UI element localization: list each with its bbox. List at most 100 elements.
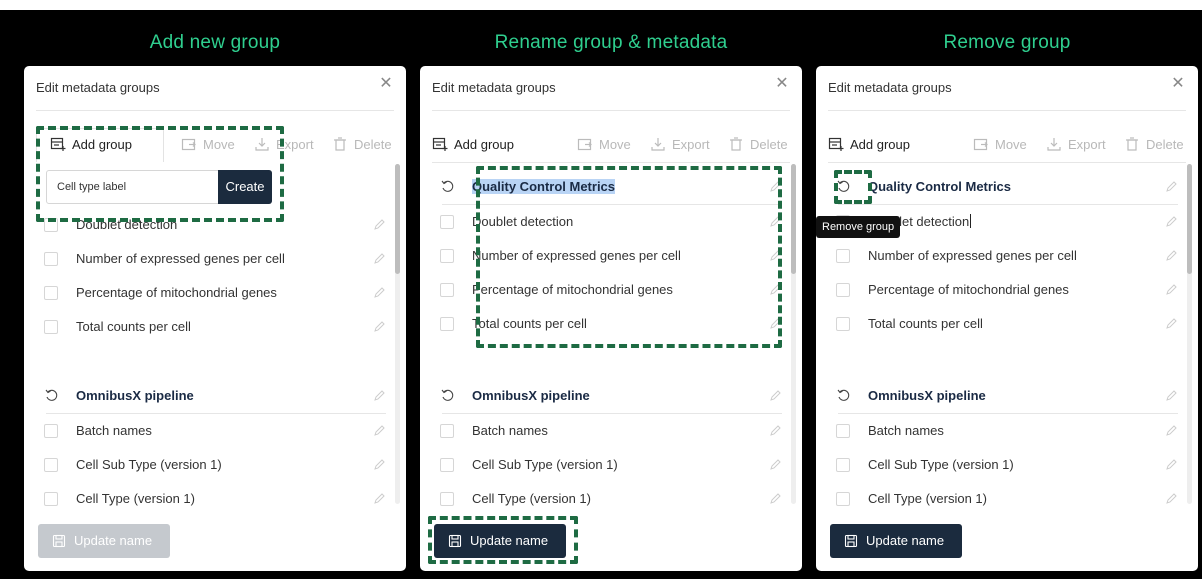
pencil-icon[interactable] [1164,215,1178,229]
checkbox[interactable] [836,424,850,438]
close-icon[interactable]: ✕ [1170,76,1186,92]
checkbox[interactable] [44,458,58,472]
add-group-button[interactable]: Add group [828,134,910,156]
list-item[interactable]: Cell Sub Type (version 1) [432,448,792,482]
undo-icon[interactable] [440,388,454,402]
list-item[interactable]: Batch names [36,414,396,448]
checkbox[interactable] [44,424,58,438]
checkbox[interactable] [836,283,850,297]
list-item[interactable]: Batch names [828,414,1188,448]
list-item[interactable]: Cell Type (version 1) [36,482,396,508]
delete-button[interactable]: Delete [728,134,788,156]
pencil-icon[interactable] [1164,317,1178,331]
group-name[interactable]: Quality Control Metrics [472,179,616,194]
pencil-icon[interactable] [372,458,386,472]
list-item[interactable]: Percentage of mitochondrial genes [36,276,396,310]
undo-icon[interactable] [44,388,58,402]
export-button[interactable]: Export [1046,134,1106,156]
list-item[interactable]: Batch names [432,414,792,448]
undo-icon[interactable] [836,179,850,193]
list-item[interactable]: Number of expressed genes per cell [432,239,792,273]
checkbox[interactable] [44,286,58,300]
scroll-thumb[interactable] [1187,164,1192,274]
list-item[interactable]: Total counts per cell [432,307,792,341]
list-item[interactable]: Total counts per cell [828,307,1188,341]
create-button[interactable]: Create [218,170,272,204]
update-name-button[interactable]: Update name [38,524,170,558]
pencil-icon[interactable] [1164,283,1178,297]
pencil-icon[interactable] [372,286,386,300]
group-header[interactable]: Quality Control Metrics [828,170,1188,204]
move-button[interactable]: Move [577,134,631,156]
move-button[interactable]: Move [973,134,1027,156]
pencil-icon[interactable] [768,249,782,263]
scrollbar[interactable] [395,164,400,504]
pencil-icon[interactable] [372,492,386,506]
pencil-icon[interactable] [768,215,782,229]
list-item[interactable]: Cell Type (version 1) [828,482,1188,508]
checkbox[interactable] [440,424,454,438]
group-header[interactable]: OmnibusX pipeline [432,379,792,413]
pencil-icon[interactable] [372,252,386,266]
update-name-button[interactable]: Update name [434,524,566,558]
list-item[interactable]: Total counts per cell [36,310,396,344]
checkbox[interactable] [44,320,58,334]
export-button[interactable]: Export [650,134,710,156]
pencil-icon[interactable] [768,458,782,472]
scroll-thumb[interactable] [791,164,796,274]
list-item[interactable]: Number of expressed genes per cell [36,242,396,276]
add-group-button[interactable]: Add group [432,134,514,156]
pencil-icon[interactable] [768,492,782,506]
add-group-button[interactable]: Add group [50,134,132,156]
checkbox[interactable] [836,458,850,472]
scroll-thumb[interactable] [395,164,400,274]
group-header[interactable]: OmnibusX pipeline [828,379,1188,413]
checkbox[interactable] [836,492,850,506]
list-item[interactable]: Doublet detection [36,208,396,242]
pencil-icon[interactable] [768,180,782,194]
close-icon[interactable]: ✕ [378,76,394,92]
pencil-icon[interactable] [1164,492,1178,506]
list-item[interactable]: Cell Type (version 1) [432,482,792,508]
pencil-icon[interactable] [768,283,782,297]
pencil-icon[interactable] [768,424,782,438]
checkbox[interactable] [44,218,58,232]
pencil-icon[interactable] [372,320,386,334]
list-item[interactable]: Number of expressed genes per cell [828,239,1188,273]
pencil-icon[interactable] [768,389,782,403]
delete-button[interactable]: Delete [1124,134,1184,156]
pencil-icon[interactable] [372,424,386,438]
update-name-button[interactable]: Update name [830,524,962,558]
pencil-icon[interactable] [1164,249,1178,263]
checkbox[interactable] [440,249,454,263]
scrollbar[interactable] [791,164,796,504]
checkbox[interactable] [440,317,454,331]
checkbox[interactable] [44,252,58,266]
pencil-icon[interactable] [1164,389,1178,403]
checkbox[interactable] [440,458,454,472]
scrollbar[interactable] [1187,164,1192,504]
undo-icon[interactable] [836,388,850,402]
checkbox[interactable] [836,317,850,331]
list-item[interactable]: Cell Sub Type (version 1) [828,448,1188,482]
pencil-icon[interactable] [1164,458,1178,472]
pencil-icon[interactable] [372,218,386,232]
list-item[interactable]: Doublet detection [432,205,792,239]
pencil-icon[interactable] [1164,180,1178,194]
delete-button[interactable]: Delete [332,134,392,156]
group-header[interactable]: OmnibusX pipeline [36,379,396,413]
checkbox[interactable] [440,215,454,229]
move-button[interactable]: Move [181,134,235,156]
export-button[interactable]: Export [254,134,314,156]
list-item[interactable]: Cell Sub Type (version 1) [36,448,396,482]
close-icon[interactable]: ✕ [774,76,790,92]
list-item[interactable]: Percentage of mitochondrial genes [828,273,1188,307]
pencil-icon[interactable] [1164,424,1178,438]
checkbox[interactable] [440,283,454,297]
pencil-icon[interactable] [768,317,782,331]
checkbox[interactable] [44,492,58,506]
group-header[interactable]: Quality Control Metrics [432,170,792,204]
undo-icon[interactable] [440,179,454,193]
pencil-icon[interactable] [372,389,386,403]
checkbox[interactable] [836,249,850,263]
